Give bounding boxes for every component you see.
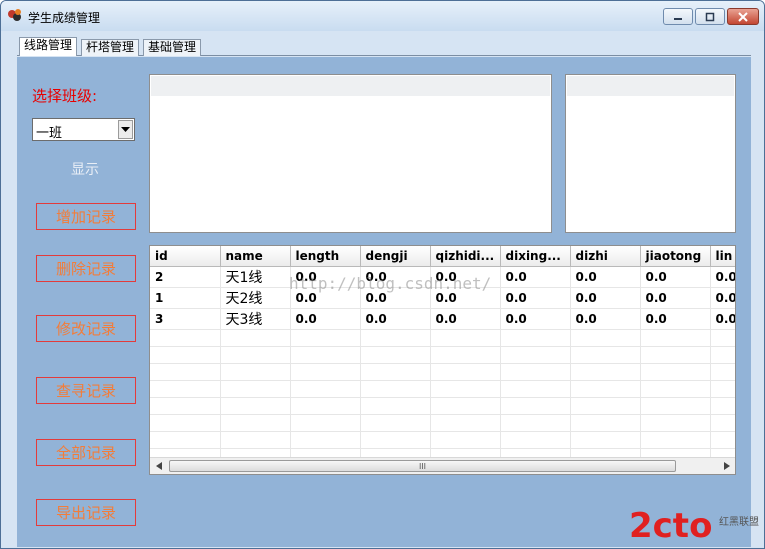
tab-foundation-management[interactable]: 基础管理 bbox=[143, 39, 202, 56]
empty-row bbox=[150, 431, 735, 449]
table-cell: 0.0 bbox=[430, 308, 501, 330]
tab-bar: 线路管理 杆塔管理 基础管理 bbox=[1, 31, 764, 57]
maximize-button[interactable] bbox=[695, 8, 725, 25]
empty-row bbox=[150, 414, 735, 432]
table-cell: 0.0 bbox=[570, 266, 641, 288]
minimize-icon bbox=[674, 17, 682, 20]
class-select-value: 一班 bbox=[36, 126, 63, 141]
export-records-button[interactable]: 导出记录 bbox=[36, 499, 136, 526]
table-cell: 0.0 bbox=[710, 266, 735, 288]
table-cell: 0.0 bbox=[640, 266, 711, 288]
empty-row bbox=[150, 363, 735, 381]
tab-label: 基础管理 bbox=[148, 40, 197, 54]
table-cell: 天1线 bbox=[220, 266, 291, 288]
tab-label: 线路管理 bbox=[24, 38, 73, 52]
arrow-left-icon bbox=[155, 462, 162, 470]
app-icon bbox=[8, 9, 21, 21]
table-cell: 0.0 bbox=[640, 287, 711, 309]
add-record-button[interactable]: 增加记录 bbox=[36, 203, 136, 230]
column-header[interactable]: qizhidi... bbox=[430, 246, 501, 267]
maximize-icon bbox=[705, 12, 715, 21]
horizontal-scrollbar[interactable]: III bbox=[150, 457, 735, 474]
scroll-thumb[interactable]: III bbox=[169, 460, 676, 472]
delete-record-button[interactable]: 删除记录 bbox=[36, 255, 136, 282]
dropdown-button[interactable] bbox=[118, 120, 133, 139]
column-header[interactable]: dizhi bbox=[570, 246, 641, 267]
minimize-button[interactable] bbox=[663, 8, 693, 25]
table-cell: 0.0 bbox=[500, 287, 571, 309]
table-cell: 0.0 bbox=[640, 308, 711, 330]
all-records-button[interactable]: 全部记录 bbox=[36, 439, 136, 466]
image-panel-right bbox=[565, 74, 736, 233]
header-row: id name length dengji qizhidi... dixing.… bbox=[150, 246, 735, 267]
title-bar[interactable]: 学生成绩管理 bbox=[1, 1, 764, 31]
table-cell: 0.0 bbox=[710, 287, 735, 309]
logo-subtitle: 红黑联盟 bbox=[719, 517, 759, 528]
search-record-button[interactable]: 查寻记录 bbox=[36, 377, 136, 404]
empty-row bbox=[150, 329, 735, 347]
panel-header bbox=[567, 76, 734, 96]
table-cell: 0.0 bbox=[500, 266, 571, 288]
close-icon bbox=[738, 11, 748, 22]
column-header[interactable]: dengji bbox=[360, 246, 431, 267]
window-title: 学生成绩管理 bbox=[28, 11, 101, 25]
empty-row bbox=[150, 346, 735, 364]
table-cell: 2 bbox=[150, 266, 221, 288]
column-header[interactable]: name bbox=[220, 246, 291, 267]
table-cell: 0.0 bbox=[290, 308, 361, 330]
panel-header bbox=[151, 76, 550, 96]
table-cell: 3 bbox=[150, 308, 221, 330]
scroll-left-button[interactable] bbox=[150, 458, 167, 474]
tab-tower-management[interactable]: 杆塔管理 bbox=[81, 39, 140, 56]
edit-record-button[interactable]: 修改记录 bbox=[36, 315, 136, 342]
table-row[interactable]: 3 天3线 0.0 0.0 0.0 0.0 0.0 0.0 0.0 bbox=[150, 308, 735, 330]
table-cell: 0.0 bbox=[570, 308, 641, 330]
image-panel-left bbox=[149, 74, 552, 233]
close-button[interactable] bbox=[727, 8, 759, 25]
table-cell: 0.0 bbox=[570, 287, 641, 309]
table-cell: 0.0 bbox=[710, 308, 735, 330]
column-header[interactable]: lin bbox=[710, 246, 735, 267]
scroll-thumb-grip: III bbox=[418, 461, 427, 471]
watermark-url: http://blog.csdn.net/ bbox=[289, 274, 492, 293]
table-cell: 天3线 bbox=[220, 308, 291, 330]
column-header[interactable]: dixing... bbox=[500, 246, 571, 267]
column-header[interactable]: length bbox=[290, 246, 361, 267]
logo-text: 2cto bbox=[629, 506, 712, 545]
site-logo: 2cto bbox=[629, 506, 712, 545]
tab-route-management[interactable]: 线路管理 bbox=[19, 37, 78, 56]
scroll-right-button[interactable] bbox=[718, 458, 735, 474]
column-header[interactable]: jiaotong bbox=[640, 246, 711, 267]
arrow-right-icon bbox=[723, 462, 730, 470]
chevron-down-icon bbox=[121, 126, 130, 132]
select-class-label: 选择班级: bbox=[32, 87, 98, 105]
app-window: 学生成绩管理 线路管理 杆塔管理 基础管理 选择班级: 一班 显示 增加记录 删… bbox=[0, 0, 765, 549]
tab-label: 杆塔管理 bbox=[86, 40, 135, 54]
table-cell: 0.0 bbox=[500, 308, 571, 330]
column-header[interactable]: id bbox=[150, 246, 221, 267]
empty-row bbox=[150, 397, 735, 415]
table-cell: 天2线 bbox=[220, 287, 291, 309]
table-cell: 0.0 bbox=[360, 308, 431, 330]
show-label: 显示 bbox=[71, 162, 99, 178]
table-cell: 1 bbox=[150, 287, 221, 309]
empty-row bbox=[150, 380, 735, 398]
class-select[interactable]: 一班 bbox=[32, 118, 135, 141]
